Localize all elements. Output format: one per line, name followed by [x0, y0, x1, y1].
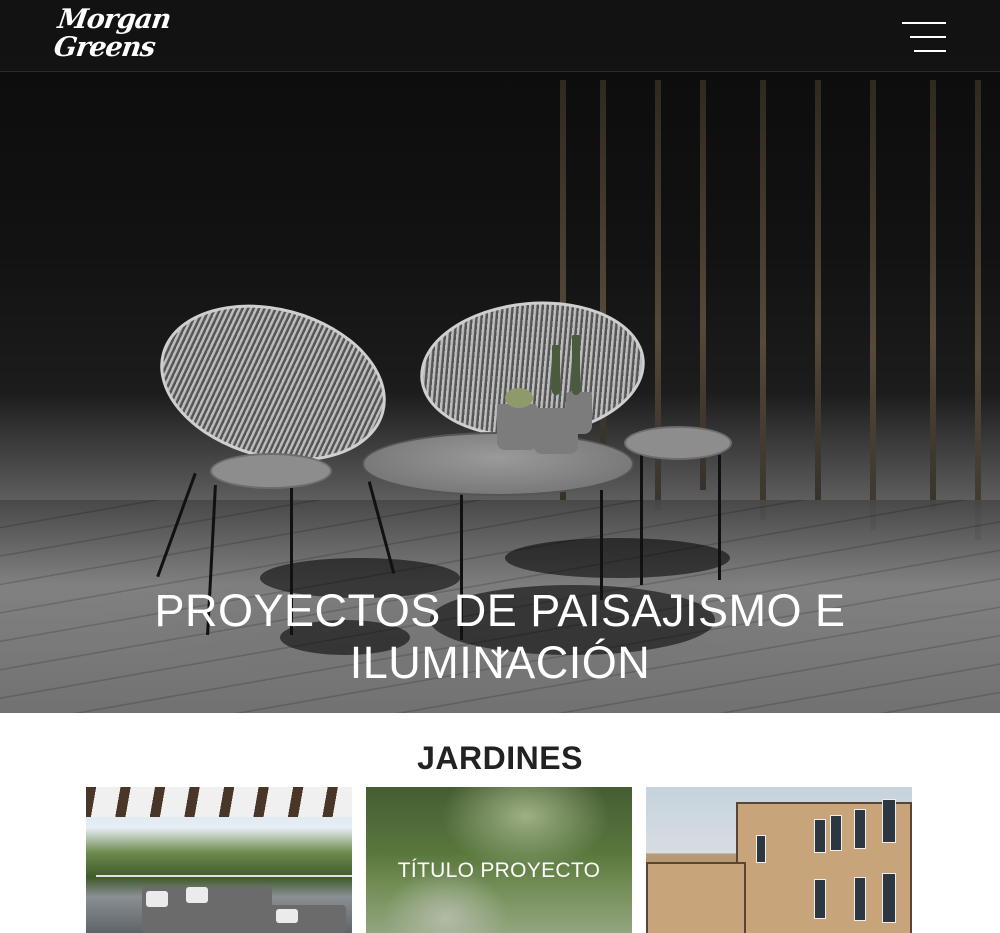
- project-card[interactable]: [86, 787, 352, 933]
- house-building: [646, 862, 746, 933]
- hamburger-menu-icon[interactable]: [902, 20, 946, 54]
- pergola: [86, 787, 352, 817]
- stool-top: [624, 426, 732, 460]
- cactus: [505, 388, 533, 408]
- project-card-label: TÍTULO PROYECTO: [397, 859, 601, 882]
- chevron-down-icon[interactable]: [490, 645, 510, 665]
- logo-line-1: Morgan: [55, 4, 173, 35]
- furniture-shadow: [505, 538, 730, 578]
- bamboo-stalk: [975, 80, 981, 540]
- bamboo-stalk: [930, 80, 936, 510]
- top-navbar: Morgan Greens: [0, 0, 1000, 72]
- bamboo-stalk: [870, 80, 876, 530]
- cactus-pot: [566, 392, 592, 434]
- hero-title: PROYECTOS DE PAISAJISMO E ILUMINACIÓN: [154, 585, 846, 688]
- section-title: JARDINES: [417, 740, 583, 776]
- project-card[interactable]: [646, 787, 912, 933]
- cactus: [572, 335, 580, 395]
- cactus-pot: [497, 404, 537, 450]
- bamboo-stalk: [815, 80, 821, 500]
- project-card[interactable]: TÍTULO PROYECTO: [366, 787, 632, 933]
- hero-banner: PROYECTOS DE PAISAJISMO E ILUMINACIÓN: [0, 0, 1000, 713]
- logo[interactable]: Morgan Greens: [51, 4, 173, 63]
- stool-top: [210, 453, 332, 489]
- bamboo-stalk: [760, 80, 766, 520]
- bamboo-stalk: [600, 80, 606, 480]
- cactus: [552, 345, 560, 395]
- logo-line-2: Greens: [51, 32, 157, 63]
